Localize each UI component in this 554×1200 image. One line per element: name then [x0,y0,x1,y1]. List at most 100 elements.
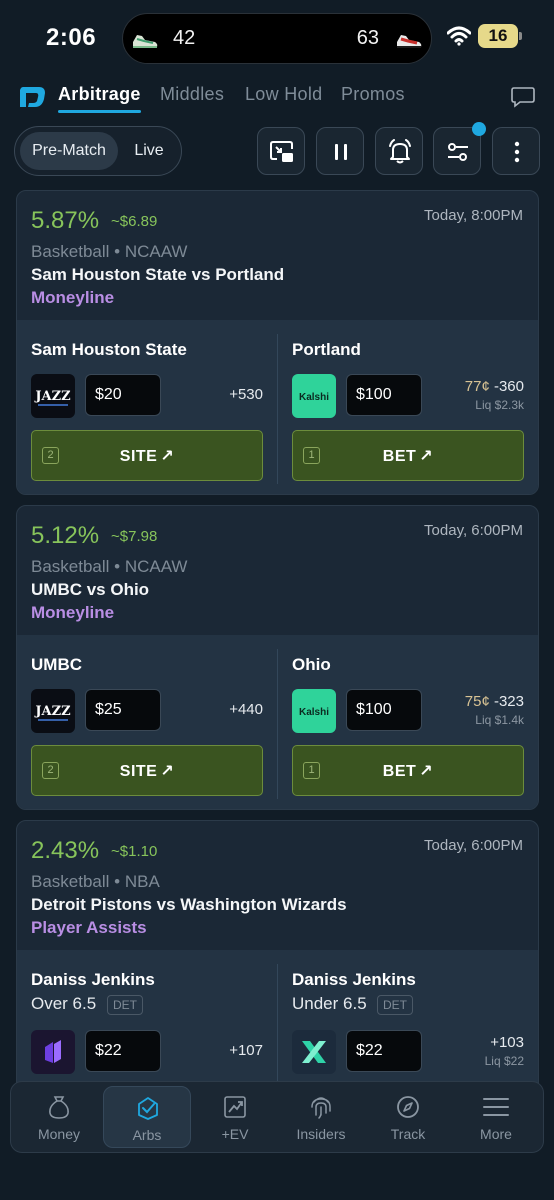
leg-odds-value: -323 [493,693,524,710]
nav-track[interactable]: Track [364,1086,452,1148]
tab-arbitrage[interactable]: Arbitrage [58,84,141,105]
nav-ev-label: +EV [221,1126,249,1142]
arb-profit: ~$7.98 [111,528,158,545]
live-button[interactable]: Live [121,132,177,170]
active-tab-indicator [58,110,141,113]
leg-left: Sam Houston State JAZZ $20 +530 2 SITE ↗ [17,320,277,494]
nav-arbs-label: Arbs [132,1127,162,1143]
place-bet-label: BET [382,763,417,780]
status-time: 2:06 [46,24,97,51]
arb-card[interactable]: 5.87% ~$6.89 Today, 8:00PM Basketball • … [16,190,539,495]
wifi-icon [447,26,471,46]
sportsbook-logo-x [292,1030,336,1074]
pre-match-button[interactable]: Pre-Match [20,132,118,170]
tab-promos[interactable]: Promos [341,84,405,105]
open-site-label: SITE [119,448,158,465]
arb-card[interactable]: 2.43% ~$1.10 Today, 6:00PM Basketball • … [16,820,539,1120]
picture-in-picture-icon [270,141,293,162]
pause-icon [335,144,347,160]
liquidity: Liq $1.4k [475,713,524,727]
leg-odds: +107 [229,1042,263,1059]
bottom-nav: Money Arbs +EV Insiders Track More [10,1081,544,1153]
nav-more-label: More [480,1126,512,1142]
pause-button[interactable] [316,127,364,175]
stake-input[interactable]: $22 [346,1030,422,1072]
sportsbook-logo-kalshi: Kalshi [292,689,336,733]
stake-input[interactable]: $25 [85,689,161,731]
arb-percent: 2.43% [31,837,100,864]
toolbar: Pre-Match Live [0,122,554,180]
leg-odds: +440 [229,701,263,718]
tab-middles[interactable]: Middles [160,84,224,105]
battery-indicator: 16 [478,24,522,48]
leg-selection: Sam Houston State [31,340,187,359]
leg-selection: UMBC [31,655,82,674]
place-bet-button[interactable]: 1 BET ↗ [292,745,524,796]
place-bet-label: BET [382,448,417,465]
leg-line: Over 6.5 [31,994,97,1013]
filter-notification-dot [472,122,486,136]
arb-card-legs: UMBC JAZZ $25 +440 2 SITE ↗ Ohio Kalshi … [17,635,538,809]
leg-selection: Ohio [292,655,331,674]
kebab-menu-icon [514,141,520,163]
nav-more[interactable]: More [452,1086,540,1148]
nav-track-label: Track [390,1126,426,1142]
nav-arbs[interactable]: Arbs [103,1086,191,1148]
compass-icon [397,1096,419,1118]
event-time: Today, 8:00PM [424,207,523,224]
bell-icon [389,139,411,164]
event-matchup: Sam Houston State vs Portland [31,265,285,284]
picture-in-picture-button[interactable] [257,127,305,175]
open-site-button[interactable]: 2 SITE ↗ [31,430,263,481]
leg-odds: 75¢ -323 [465,693,524,710]
leg-right: Ohio Kalshi $100 75¢ -323 Liq $1.4k 1 BE… [278,635,538,809]
leg-left: UMBC JAZZ $25 +440 2 SITE ↗ [17,635,277,809]
arb-card[interactable]: 5.12% ~$7.98 Today, 6:00PM Basketball • … [16,505,539,810]
nav-money-label: Money [37,1126,81,1142]
place-bet-button[interactable]: 1 BET ↗ [292,430,524,481]
chat-icon[interactable] [511,86,535,108]
open-site-button[interactable]: 2 SITE ↗ [31,745,263,796]
arbs-icon [138,1097,158,1120]
open-site-label: SITE [119,763,158,780]
leg-selection: Daniss Jenkins [292,970,416,989]
live-activity-island[interactable]: 42 63 [122,13,432,64]
fingerprint-icon [311,1097,331,1119]
alerts-button[interactable] [375,127,423,175]
bet-market: Moneyline [31,288,115,307]
stake-input[interactable]: $100 [346,689,422,731]
leg-odds: +103 [490,1034,524,1051]
arb-card-legs: Sam Houston State JAZZ $20 +530 2 SITE ↗ … [17,320,538,494]
more-options-button[interactable] [492,127,540,175]
price-cents: 75¢ [464,693,490,710]
arb-profit: ~$6.89 [111,213,158,230]
stake-input[interactable]: $22 [85,1030,161,1072]
money-bag-icon [49,1096,69,1119]
leg-odds: +530 [229,386,263,403]
svg-text:JAZZ: JAZZ [34,389,71,404]
sneaker-icon [397,35,422,48]
score-right: 63 [356,27,379,49]
filter-sliders-icon [448,143,468,161]
stake-input[interactable]: $100 [346,374,422,416]
nav-ev[interactable]: +EV [191,1086,279,1148]
leg-selection: Portland [292,340,361,359]
event-league: Basketball • NBA [31,872,160,891]
event-matchup: UMBC vs Ohio [31,580,150,599]
stake-input[interactable]: $20 [85,374,161,416]
sneaker-icon [133,35,158,48]
app-logo-icon [20,87,45,107]
sportsbook-logo-jazz: JAZZ [31,374,75,418]
event-time: Today, 6:00PM [424,522,523,539]
leg-odds-value: -360 [493,378,524,395]
nav-insiders[interactable]: Insiders [277,1086,365,1148]
event-time: Today, 6:00PM [424,837,523,854]
tab-low-hold[interactable]: Low Hold [245,84,322,105]
score-left: 42 [173,27,196,49]
external-arrow-icon: ↗ [160,448,175,465]
arb-percent: 5.12% [31,522,100,549]
leg-line: Under 6.5 [292,994,367,1013]
arb-percent: 5.87% [31,207,100,234]
arb-card-header: 5.87% ~$6.89 Today, 8:00PM Basketball • … [17,191,538,319]
nav-money[interactable]: Money [15,1086,103,1148]
